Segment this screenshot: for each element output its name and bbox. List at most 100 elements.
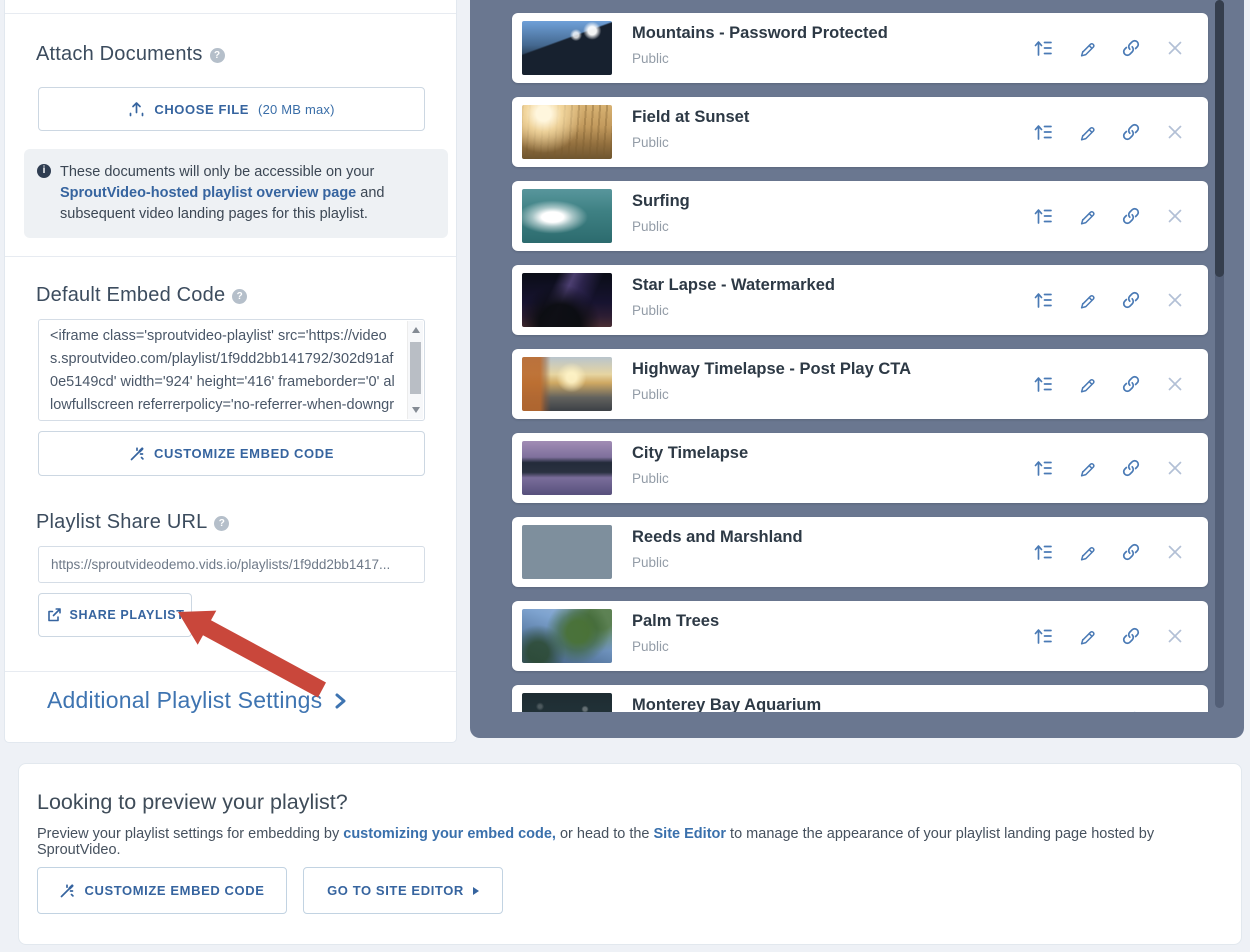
move-to-top-icon[interactable] [1033, 206, 1053, 226]
video-thumbnail [522, 357, 612, 411]
choose-file-size-hint: (20 MB max) [258, 102, 335, 117]
move-to-top-icon[interactable] [1033, 122, 1053, 142]
remove-icon[interactable] [1165, 290, 1185, 310]
help-icon[interactable]: ? [214, 516, 229, 531]
video-title: Mountains - Password Protected [632, 24, 888, 43]
move-to-top-icon[interactable] [1033, 542, 1053, 562]
video-row[interactable]: Highway Timelapse - Post Play CTA Public [512, 349, 1208, 419]
scroll-down-icon[interactable] [412, 407, 420, 413]
link-icon[interactable] [1121, 290, 1141, 310]
attach-documents-title: Attach Documents [36, 43, 203, 65]
customize-embed-code-label: CUSTOMIZE EMBED CODE [154, 446, 334, 461]
share-playlist-label: SHARE PLAYLIST [70, 608, 185, 622]
default-embed-code-heading: Default Embed Code? [36, 284, 247, 307]
remove-icon[interactable] [1165, 542, 1185, 562]
link-icon[interactable] [1121, 626, 1141, 646]
choose-file-label: CHOOSE FILE [154, 102, 249, 117]
embed-code-text: <iframe class='sproutvideo-playlist' src… [39, 320, 407, 420]
info-icon: i [37, 164, 51, 178]
video-row[interactable]: Star Lapse - Watermarked Public [512, 265, 1208, 335]
link-icon[interactable] [1121, 206, 1141, 226]
move-to-top-icon[interactable] [1033, 710, 1053, 712]
video-row[interactable]: Monterey Bay Aquarium [512, 685, 1208, 712]
preview-heading: Looking to preview your playlist? [37, 790, 348, 815]
customize-embed-code-button-bottom[interactable]: CUSTOMIZE EMBED CODE [37, 867, 287, 914]
remove-icon[interactable] [1165, 626, 1185, 646]
remove-icon[interactable] [1165, 38, 1185, 58]
textarea-scrollbar[interactable] [407, 321, 423, 419]
preview-description: Preview your playlist settings for embed… [37, 826, 1241, 858]
video-title: Palm Trees [632, 612, 719, 631]
move-to-top-icon[interactable] [1033, 38, 1053, 58]
remove-icon[interactable] [1165, 458, 1185, 478]
video-title: Star Lapse - Watermarked [632, 276, 835, 295]
choose-file-button[interactable]: CHOOSE FILE (20 MB max) [38, 87, 425, 131]
share-icon [46, 607, 62, 623]
section-divider [5, 671, 456, 672]
scrollbar-thumb[interactable] [410, 342, 421, 394]
go-to-site-editor-button[interactable]: GO TO SITE EDITOR [303, 867, 503, 914]
customize-embed-code-label: CUSTOMIZE EMBED CODE [84, 883, 264, 898]
video-row[interactable]: Reeds and Marshland Public [512, 517, 1208, 587]
move-to-top-icon[interactable] [1033, 626, 1053, 646]
remove-icon[interactable] [1165, 206, 1185, 226]
share-url-input[interactable] [38, 546, 425, 583]
video-row[interactable]: Palm Trees Public [512, 601, 1208, 671]
link-icon[interactable] [1121, 374, 1141, 394]
scroll-up-icon[interactable] [412, 327, 420, 333]
edit-icon[interactable] [1077, 542, 1097, 562]
link-icon[interactable] [1121, 542, 1141, 562]
link-icon[interactable] [1121, 122, 1141, 142]
site-editor-label: GO TO SITE EDITOR [327, 883, 464, 898]
help-icon[interactable]: ? [210, 48, 225, 63]
edit-icon[interactable] [1077, 458, 1097, 478]
move-to-top-icon[interactable] [1033, 290, 1053, 310]
video-thumbnail [522, 273, 612, 327]
edit-icon[interactable] [1077, 710, 1097, 712]
help-icon[interactable]: ? [232, 289, 247, 304]
attach-documents-note: i These documents will only be accessibl… [24, 149, 448, 238]
additional-playlist-settings-link[interactable]: Additional Playlist Settings [47, 687, 347, 714]
link-icon[interactable] [1121, 710, 1141, 712]
edit-icon[interactable] [1077, 626, 1097, 646]
link-icon[interactable] [1121, 458, 1141, 478]
playlist-share-url-heading: Playlist Share URL? [36, 511, 229, 534]
playlist-settings-card: Attach Documents? CHOOSE FILE (20 MB max… [4, 0, 457, 743]
preview-text: Preview your playlist settings for embed… [37, 826, 343, 842]
video-privacy-status: Public [632, 303, 669, 318]
edit-icon[interactable] [1077, 374, 1097, 394]
link-icon[interactable] [1121, 38, 1141, 58]
move-to-top-icon[interactable] [1033, 458, 1053, 478]
video-title: Field at Sunset [632, 108, 749, 127]
video-thumbnail [522, 105, 612, 159]
video-row[interactable]: City Timelapse Public [512, 433, 1208, 503]
playlist-share-url-title: Playlist Share URL [36, 511, 207, 533]
embed-code-textarea[interactable]: <iframe class='sproutvideo-playlist' src… [38, 319, 425, 421]
video-title: Surfing [632, 192, 690, 211]
playlist-overview-page-link[interactable]: SproutVideo-hosted playlist overview pag… [60, 185, 356, 201]
video-title: City Timelapse [632, 444, 748, 463]
preview-playlist-card: Looking to preview your playlist? Previe… [18, 763, 1242, 945]
site-editor-link[interactable]: Site Editor [654, 826, 727, 842]
video-row[interactable]: Field at Sunset Public [512, 97, 1208, 167]
magic-wand-icon [129, 446, 145, 462]
remove-icon[interactable] [1165, 710, 1185, 712]
share-playlist-button[interactable]: SHARE PLAYLIST [38, 593, 192, 637]
panel-scrollbar-thumb[interactable] [1215, 0, 1224, 277]
edit-icon[interactable] [1077, 122, 1097, 142]
video-row[interactable]: Mountains - Password Protected Public [512, 13, 1208, 83]
remove-icon[interactable] [1165, 122, 1185, 142]
video-title: Reeds and Marshland [632, 528, 803, 547]
upload-icon [128, 101, 145, 118]
customize-embed-code-button[interactable]: CUSTOMIZE EMBED CODE [38, 431, 425, 476]
move-to-top-icon[interactable] [1033, 374, 1053, 394]
edit-icon[interactable] [1077, 38, 1097, 58]
default-embed-code-title: Default Embed Code [36, 284, 225, 306]
remove-icon[interactable] [1165, 374, 1185, 394]
edit-icon[interactable] [1077, 290, 1097, 310]
video-privacy-status: Public [632, 555, 669, 570]
edit-icon[interactable] [1077, 206, 1097, 226]
customize-embed-code-link[interactable]: customizing your embed code, [343, 826, 556, 842]
section-divider [5, 256, 456, 257]
video-row[interactable]: Surfing Public [512, 181, 1208, 251]
